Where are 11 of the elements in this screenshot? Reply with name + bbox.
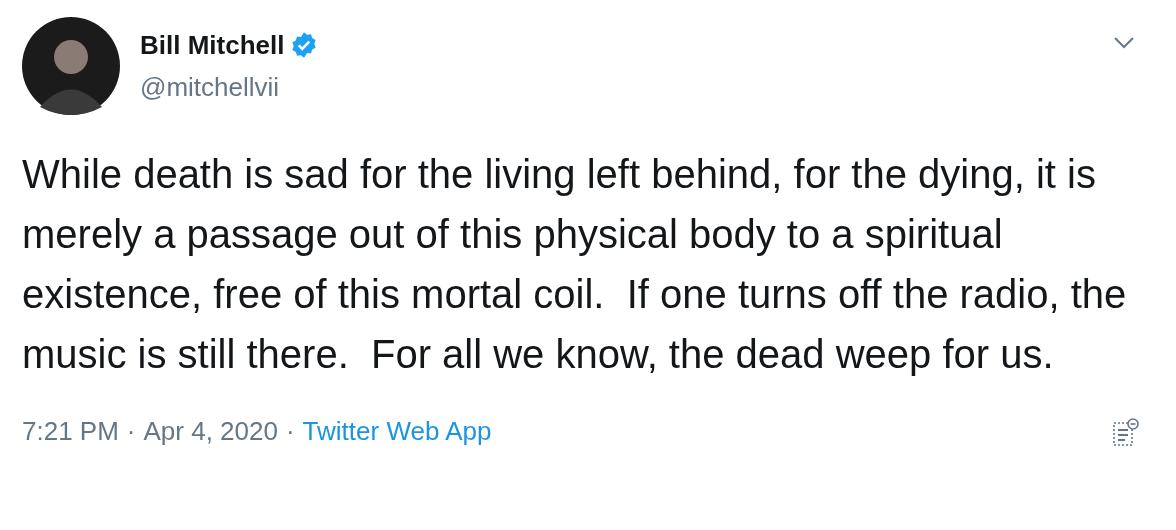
avatar[interactable] [22, 17, 120, 115]
chevron-down-icon[interactable] [1112, 35, 1136, 51]
author-name[interactable]: Bill Mitchell [140, 29, 285, 61]
tweet-text: While death is sad for the living left behind, for the dying, it is merely a passage out of this physical body to a spiritual existence, free of this mortal coil. If one turns off the radio, the music is still there. For all we know, the dead weep for us. [22, 151, 1128, 378]
tweet-time[interactable]: 7:21 PM [22, 412, 119, 451]
tweet-date[interactable]: Apr 4, 2020 [143, 412, 278, 451]
separator: · [126, 415, 136, 448]
author-handle[interactable]: @mitchellvii [140, 71, 319, 103]
source-link[interactable]: Twitter Web App [302, 412, 492, 451]
separator: · [285, 415, 295, 448]
analytics-icon[interactable] [1112, 416, 1140, 447]
